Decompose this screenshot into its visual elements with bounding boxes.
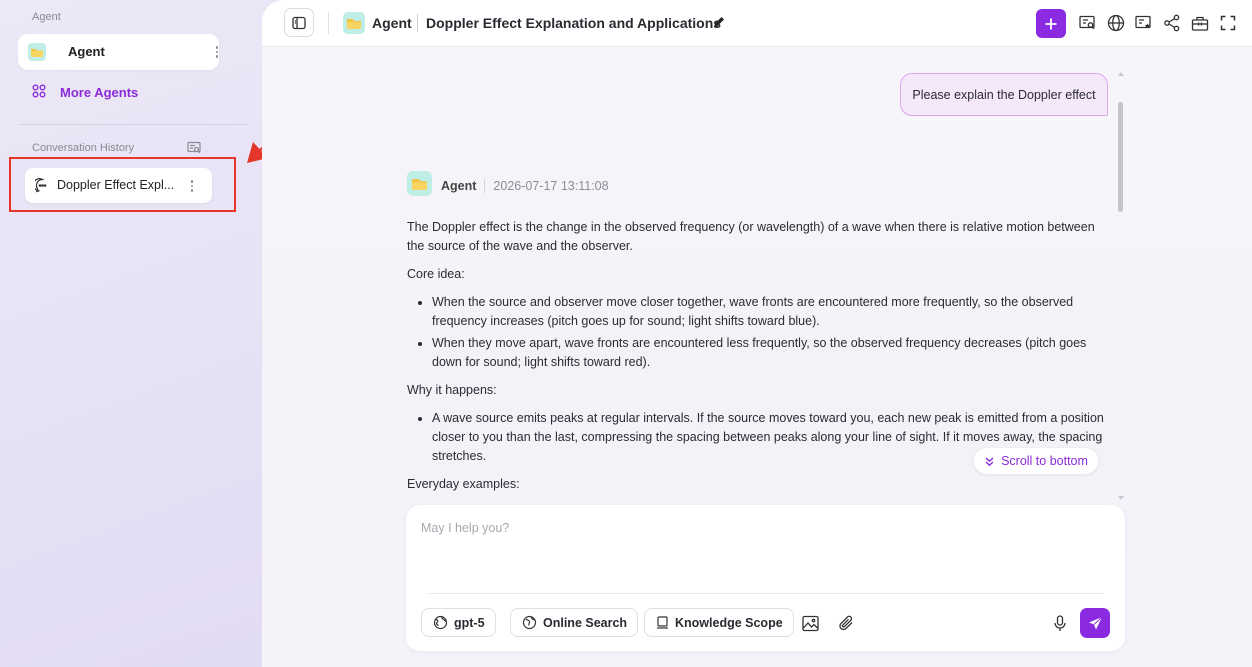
grid-icon bbox=[32, 84, 46, 101]
sidebar: Agent Agent More Agents Conversation His… bbox=[0, 0, 262, 667]
agent-avatar-icon bbox=[407, 171, 432, 201]
send-icon bbox=[1088, 616, 1102, 629]
history-section-label: Conversation History bbox=[32, 142, 135, 154]
model-globe-icon bbox=[433, 615, 448, 630]
examples-heading: Everyday examples: bbox=[407, 477, 520, 491]
list-item: When they move apart, wave fronts are en… bbox=[432, 334, 1107, 372]
composer-divider bbox=[428, 593, 1104, 594]
sidebar-divider bbox=[18, 124, 247, 125]
send-button[interactable] bbox=[1080, 608, 1110, 638]
agent-section-label: Agent bbox=[32, 11, 61, 23]
image-edit-icon[interactable] bbox=[1133, 12, 1155, 34]
agent-avatar-icon bbox=[28, 43, 46, 66]
scroll-to-bottom-label: Scroll to bottom bbox=[1001, 454, 1088, 468]
message-timestamp: 2026-07-17 13:11:08 bbox=[493, 179, 609, 193]
more-agents-link[interactable]: More Agents bbox=[32, 84, 138, 101]
share-icon[interactable] bbox=[1161, 12, 1183, 34]
annotation-highlight-box bbox=[9, 157, 236, 212]
online-search-icon bbox=[522, 615, 537, 630]
scrollbar-thumb[interactable] bbox=[1118, 102, 1123, 212]
scroll-down-arrow[interactable] bbox=[1118, 496, 1124, 500]
topbar-title-separator bbox=[417, 14, 418, 32]
topbar-separator bbox=[328, 12, 329, 34]
message-composer: May I help you? gpt-5 Online Search Know… bbox=[406, 505, 1125, 651]
agent-avatar-icon bbox=[343, 12, 365, 39]
core-idea-list: When the source and observer move closer… bbox=[432, 293, 1107, 372]
model-selector-button[interactable]: gpt-5 bbox=[421, 608, 496, 637]
header-separator bbox=[484, 179, 486, 193]
sidebar-agent-item[interactable]: Agent bbox=[18, 34, 219, 70]
online-search-label: Online Search bbox=[543, 615, 628, 630]
knowledge-scope-button[interactable]: Knowledge Scope bbox=[644, 608, 794, 637]
microphone-icon[interactable] bbox=[1050, 613, 1070, 633]
online-search-button[interactable]: Online Search bbox=[510, 608, 639, 637]
sidebar-toggle-icon bbox=[292, 16, 306, 29]
message-input[interactable]: May I help you? bbox=[421, 521, 509, 535]
agent-more-options-icon[interactable] bbox=[210, 44, 224, 60]
plus-icon bbox=[1045, 18, 1057, 29]
globe-icon[interactable] bbox=[1105, 12, 1127, 34]
model-label: gpt-5 bbox=[454, 615, 485, 630]
more-agents-label: More Agents bbox=[60, 85, 139, 100]
toolbox-icon[interactable] bbox=[1189, 12, 1211, 34]
image-upload-icon[interactable] bbox=[800, 613, 820, 633]
scroll-up-arrow[interactable] bbox=[1118, 72, 1124, 76]
edit-title-icon[interactable] bbox=[712, 15, 726, 34]
knowledge-scope-label: Knowledge Scope bbox=[675, 615, 783, 630]
sidebar-agent-name: Agent bbox=[68, 44, 105, 59]
core-idea-heading: Core idea: bbox=[407, 267, 465, 281]
agent-message-header: Agent 2026-07-17 13:11:08 bbox=[407, 171, 609, 201]
attachment-icon[interactable] bbox=[836, 613, 856, 633]
list-item: When the source and observer move closer… bbox=[432, 293, 1107, 331]
message-intro: The Doppler effect is the change in the … bbox=[407, 220, 1095, 253]
top-bar: Agent Doppler Effect Explanation and App… bbox=[262, 0, 1252, 47]
scroll-to-bottom-button[interactable]: Scroll to bottom bbox=[974, 448, 1098, 474]
fullscreen-icon[interactable] bbox=[1217, 12, 1239, 34]
new-chat-button[interactable] bbox=[1036, 9, 1066, 38]
book-icon bbox=[657, 616, 668, 629]
why-heading: Why it happens: bbox=[407, 383, 497, 397]
main-panel: Agent Doppler Effect Explanation and App… bbox=[262, 0, 1252, 667]
agent-message-name: Agent bbox=[441, 179, 477, 193]
conversation-page-title: Doppler Effect Explanation and Applicati… bbox=[426, 15, 722, 31]
topbar-agent-label[interactable]: Agent bbox=[372, 15, 412, 31]
sidebar-toggle-button[interactable] bbox=[284, 8, 314, 37]
double-chevron-down-icon bbox=[985, 456, 994, 466]
image-search-icon[interactable] bbox=[1077, 12, 1099, 34]
user-message-bubble: Please explain the Doppler effect bbox=[900, 73, 1108, 116]
